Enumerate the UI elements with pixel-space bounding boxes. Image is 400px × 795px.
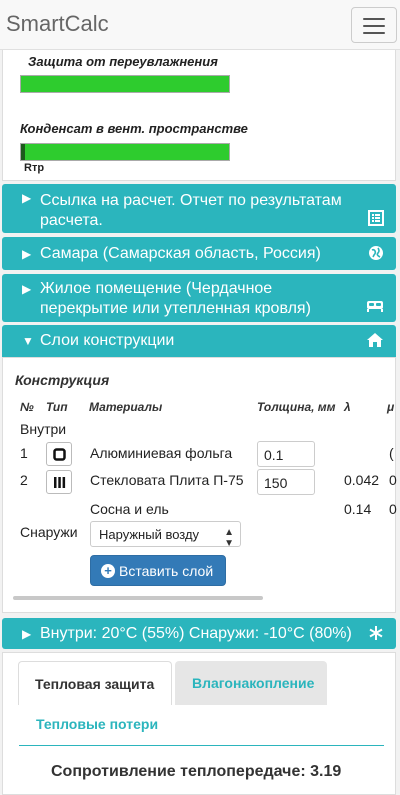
bars-icon xyxy=(54,477,66,488)
accordion-layers[interactable]: ▼ Слои конструкции xyxy=(2,325,396,357)
tab-divider xyxy=(19,745,384,746)
app-title[interactable]: SmartCalc xyxy=(6,11,109,37)
chevron-right-icon: ▶ xyxy=(22,191,32,205)
hamburger-icon-line xyxy=(363,32,385,34)
mu-value: 0 xyxy=(389,472,397,488)
accordion-location[interactable]: ▶ Самара (Самарская область, Россия) xyxy=(2,237,396,270)
outside-air-select[interactable]: Наружный возду ▲ ▼ xyxy=(90,521,241,547)
tab-label: Тепловая защита xyxy=(35,676,155,692)
outside-label: Снаружи xyxy=(20,524,78,540)
tab-moisture-accumulation[interactable]: Влагонакопление xyxy=(175,661,327,705)
report-list-icon xyxy=(368,210,384,231)
row-num: 1 xyxy=(20,445,28,461)
mu-value: 0 xyxy=(389,501,397,517)
moisture-protection-bar xyxy=(20,75,230,93)
outside-air-select-value: Наружный возду xyxy=(99,527,200,542)
subtab-heat-loss[interactable]: Тепловые потери xyxy=(36,716,158,732)
rtp-label: Rтр xyxy=(24,162,45,174)
thickness-input[interactable]: 150 xyxy=(257,469,315,495)
layer-type-button[interactable] xyxy=(46,442,72,466)
chevron-right-icon: ▶ xyxy=(22,247,32,261)
climate-text: Внутри: 20°C (55%) Снаружи: -10°C (80%) xyxy=(40,625,352,642)
header-lambda: λ xyxy=(344,400,351,414)
material-name[interactable]: Стекловата Плита П-75 xyxy=(90,472,244,488)
header-num: № xyxy=(20,400,34,414)
header-thickness: Толщина, мм xyxy=(257,400,336,414)
condensate-bar-marker xyxy=(21,144,25,160)
hamburger-icon-line xyxy=(363,25,385,27)
horizontal-scrollbar[interactable] xyxy=(13,596,263,600)
tab-label: Влагонакопление xyxy=(192,675,315,691)
chevron-down-icon: ▲ ▼ xyxy=(224,527,234,547)
chevron-right-icon: ▶ xyxy=(22,282,32,296)
add-layer-button[interactable]: + Вставить слой xyxy=(90,555,226,586)
accordion-room-type[interactable]: ▶ Жилое помещение (Чердачное перекрытие … xyxy=(2,274,396,322)
chevron-down-icon: ▼ xyxy=(22,334,34,348)
lambda-value: 0.042 xyxy=(344,472,380,488)
home-icon xyxy=(366,332,384,353)
layer-type-button[interactable] xyxy=(46,470,72,494)
thickness-input[interactable]: 0.1 xyxy=(257,441,315,467)
accordion-climate[interactable]: ▶ Внутри: 20°C (55%) Снаружи: -10°C (80%… xyxy=(2,618,396,649)
condensate-bar xyxy=(20,143,230,161)
lambda-value: 0.14 xyxy=(344,501,372,517)
add-layer-label: Вставить слой xyxy=(119,563,214,579)
location-text: Самара (Самарская область, Россия) xyxy=(40,245,321,262)
material-name[interactable]: Сосна и ель xyxy=(90,501,169,517)
resistance-value: Сопротивление теплопередаче: 3.19 xyxy=(51,763,342,780)
report-link-text: Ссылка на расчет. Отчет по результатам р… xyxy=(40,192,342,229)
snowflake-icon xyxy=(368,625,384,646)
navbar: SmartCalc xyxy=(0,0,400,50)
tab-thermal-protection[interactable]: Тепловая защита xyxy=(18,661,172,705)
moisture-protection-label: Защита от переувлажнения xyxy=(28,54,218,69)
hamburger-menu-button[interactable] xyxy=(351,7,397,43)
hamburger-icon xyxy=(363,18,385,20)
bed-icon xyxy=(366,299,384,318)
layers-title: Слои конструкции xyxy=(40,332,175,349)
chevron-right-icon: ▶ xyxy=(22,627,32,641)
mu-value: ( xyxy=(389,445,394,461)
inside-label: Внутри xyxy=(20,421,67,437)
material-name[interactable]: Алюминиевая фольга xyxy=(90,445,232,461)
header-material: Материалы xyxy=(89,400,163,414)
row-num: 2 xyxy=(20,472,28,488)
header-type: Тип xyxy=(46,400,68,414)
construction-title: Конструкция xyxy=(15,372,110,388)
room-type-text: Жилое помещение (Чердачное перекрытие ил… xyxy=(40,280,311,317)
globe-icon xyxy=(368,245,384,266)
plus-circle-icon: + xyxy=(101,564,115,578)
accordion-report-link[interactable]: ▶ Ссылка на расчет. Отчет по результатам… xyxy=(2,184,396,233)
header-mu: μ xyxy=(387,400,395,414)
square-icon xyxy=(53,448,66,461)
condensate-label: Конденсат в вент. пространстве xyxy=(20,121,248,136)
moisture-card: Защита от переувлажнения Конденсат в вен… xyxy=(2,50,396,181)
results-card: Тепловая защита Влагонакопление Тепловые… xyxy=(2,652,396,795)
layers-panel: Конструкция № Тип Материалы Толщина, мм … xyxy=(2,357,397,613)
